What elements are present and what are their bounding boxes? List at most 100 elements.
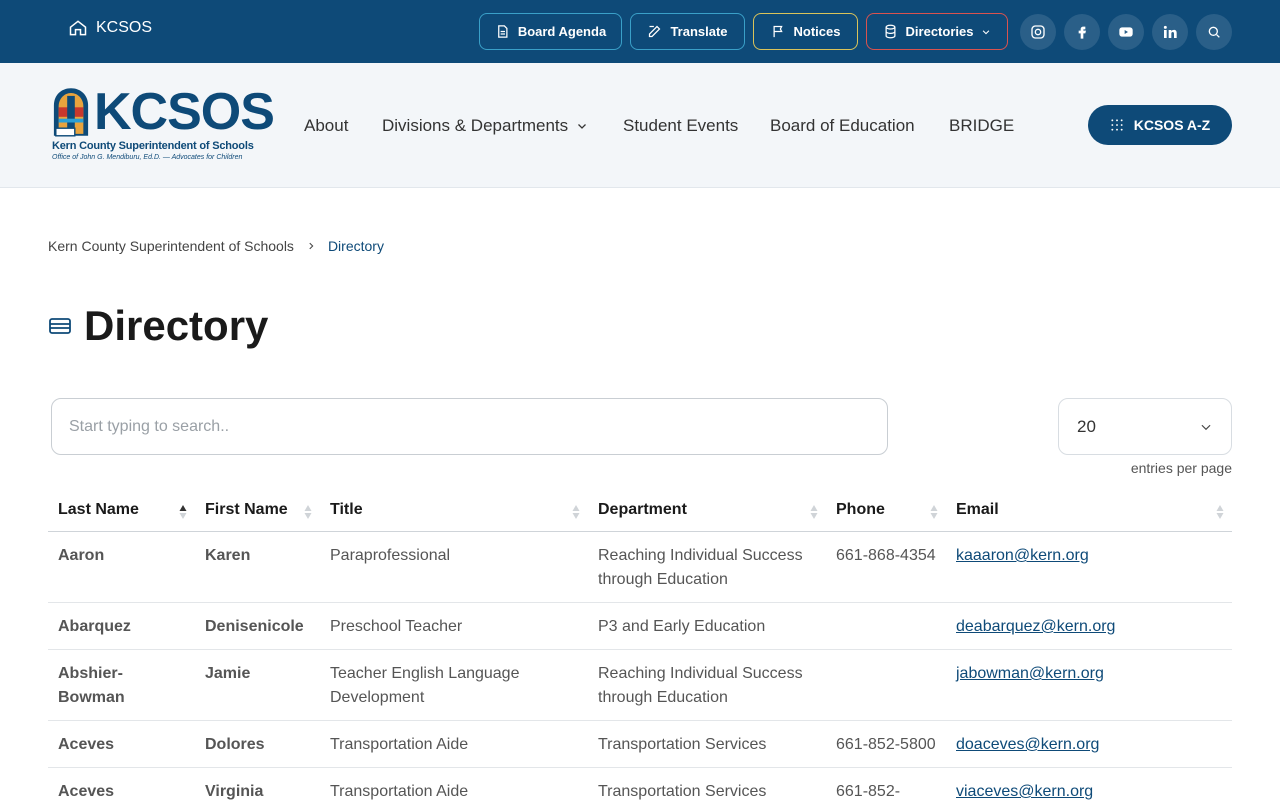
cell-title: Teacher English Language Development [320, 649, 588, 721]
database-icon [885, 24, 896, 39]
cell-last-name: Aceves [48, 767, 195, 800]
translate-button[interactable]: Translate [630, 13, 745, 50]
chevron-right-icon [309, 242, 314, 250]
cell-department: Transportation Services [588, 720, 826, 768]
header-first-name-label: First Name [205, 501, 288, 518]
email-link[interactable]: kaaaron@kern.org [956, 547, 1089, 564]
breadcrumb-parent[interactable]: Kern County Superintendent of Schools [48, 238, 294, 254]
email-link[interactable]: jabowman@kern.org [956, 665, 1104, 682]
header-email-label: Email [956, 501, 999, 518]
logo-tagline: Kern County Superintendent of Schools [52, 140, 254, 152]
nav-divisions-departments[interactable]: Divisions & Departments [382, 116, 588, 136]
instagram-link[interactable] [1020, 14, 1056, 50]
cell-email: viaceves@kern.org [946, 767, 1232, 800]
cell-first-name: Karen [195, 531, 320, 603]
instagram-icon [1031, 25, 1045, 39]
nav-board-of-education[interactable]: Board of Education [770, 116, 915, 136]
notices-button[interactable]: Notices [753, 13, 858, 50]
email-link[interactable]: doaceves@kern.org [956, 736, 1099, 753]
cell-last-name: Aaron [48, 531, 195, 603]
cell-department: Transportation Services [588, 767, 826, 800]
nav-divisions-label: Divisions & Departments [382, 116, 569, 135]
top-utility-bar: KCSOS Board Agenda Translate Notices Dir… [0, 0, 1280, 63]
search-input[interactable] [51, 398, 888, 455]
cell-last-name: Abshier-Bowman [48, 649, 195, 721]
search-button[interactable] [1196, 14, 1232, 50]
cell-first-name: Dolores [195, 720, 320, 768]
logo-subtagline: Office of John G. Mendiburu, Ed.D. — Adv… [52, 154, 243, 161]
grid-dots-icon [1111, 119, 1123, 131]
edit-icon [649, 25, 661, 38]
board-agenda-label: Board Agenda [517, 24, 607, 39]
notices-label: Notices [793, 24, 841, 39]
list-card-icon [49, 318, 71, 334]
sort-icon [930, 505, 938, 519]
header-last-name-label: Last Name [58, 501, 139, 518]
header-department[interactable]: Department [588, 490, 826, 532]
sort-asc-icon [179, 505, 187, 519]
table-row: Abarquez Denisenicole Preschool Teacher … [48, 602, 1232, 650]
cell-email: jabowman@kern.org [946, 649, 1232, 721]
kcsos-az-button[interactable]: KCSOS A-Z [1088, 105, 1232, 145]
linkedin-link[interactable] [1152, 14, 1188, 50]
table-row: Abshier-Bowman Jamie Teacher English Lan… [48, 649, 1232, 721]
header-title-label: Title [330, 501, 363, 518]
entries-per-page-label: entries per page [1130, 460, 1232, 476]
nav-about[interactable]: About [304, 116, 348, 136]
entries-per-page-value: 20 [1077, 416, 1096, 436]
table-row: Aaron Karen Paraprofessional Reaching In… [48, 531, 1232, 603]
cell-title: Preschool Teacher [320, 602, 588, 650]
header-title[interactable]: Title [320, 490, 588, 532]
entries-per-page-select[interactable]: 20 [1058, 398, 1232, 455]
nav-student-events[interactable]: Student Events [623, 116, 738, 136]
search-icon [1208, 26, 1220, 38]
cell-first-name: Jamie [195, 649, 320, 721]
facebook-link[interactable] [1064, 14, 1100, 50]
table-row: Aceves Virginia Transportation Aide Tran… [48, 767, 1232, 800]
cell-first-name: Virginia [195, 767, 320, 800]
cell-department: Reaching Individual Success through Educ… [588, 531, 826, 603]
home-label: KCSOS [96, 19, 153, 36]
cell-email: deabarquez@kern.org [946, 602, 1232, 650]
table-row: Aceves Dolores Transportation Aide Trans… [48, 720, 1232, 768]
cell-department: P3 and Early Education [588, 602, 826, 650]
email-link[interactable]: viaceves@kern.org [956, 783, 1093, 800]
linkedin-icon [1163, 25, 1177, 38]
home-link[interactable]: KCSOS [68, 18, 152, 38]
chevron-down-icon [578, 124, 587, 129]
directory-table: Last Name First Name Title Department Ph… [48, 490, 1232, 800]
nav-bridge-label: BRIDGE [949, 116, 1015, 135]
cell-last-name: Aceves [48, 720, 195, 768]
nav-about-label: About [304, 116, 349, 135]
flag-icon [773, 25, 783, 38]
sort-icon [1216, 505, 1224, 519]
page-heading: Directory [84, 302, 269, 349]
az-label: KCSOS A-Z [1133, 117, 1211, 133]
logo-wordmark: KCSOS [94, 83, 275, 141]
header-email[interactable]: Email [946, 490, 1232, 532]
cell-phone: 661-852- [826, 767, 946, 800]
board-agenda-button[interactable]: Board Agenda [479, 13, 622, 50]
header-last-name[interactable]: Last Name [48, 490, 195, 532]
header-department-label: Department [598, 501, 687, 518]
header-phone[interactable]: Phone [826, 490, 946, 532]
directories-button[interactable]: Directories [866, 13, 1008, 50]
cell-phone [826, 649, 946, 721]
nav-student-events-label: Student Events [623, 116, 739, 135]
cell-first-name: Denisenicole [195, 602, 320, 650]
directories-label: Directories [905, 24, 974, 39]
logo-emblem [53, 88, 89, 137]
sort-icon [572, 505, 580, 519]
sort-icon [810, 505, 818, 519]
translate-label: Translate [670, 24, 728, 39]
kcsos-logo[interactable]: KCSOS Kern County Superintendent of Scho… [52, 84, 275, 166]
cell-title: Paraprofessional [320, 531, 588, 603]
document-icon [497, 25, 508, 38]
nav-bridge[interactable]: BRIDGE [949, 116, 1014, 136]
youtube-link[interactable] [1108, 14, 1144, 50]
cell-phone [826, 602, 946, 650]
header-first-name[interactable]: First Name [195, 490, 320, 532]
breadcrumb-current: Directory [327, 238, 384, 254]
email-link[interactable]: deabarquez@kern.org [956, 618, 1115, 635]
cell-phone: 661-852-5800 [826, 720, 946, 768]
